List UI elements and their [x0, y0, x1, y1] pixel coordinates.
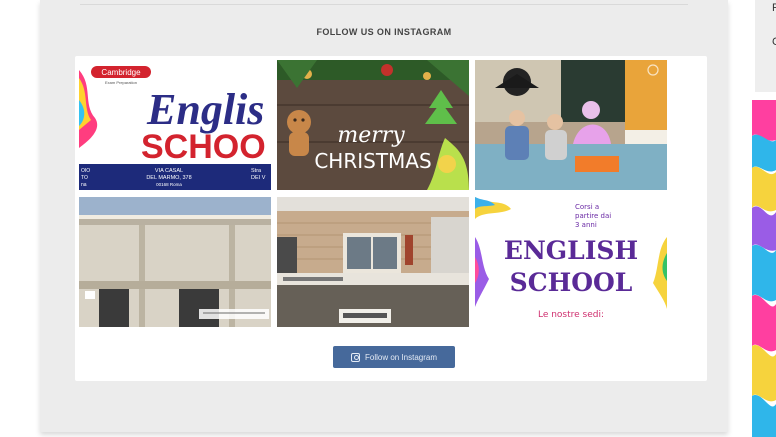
svg-text:VIA CASAL: VIA CASAL [155, 168, 183, 174]
post-caption: Le nostre sedi: [538, 310, 604, 320]
divider [80, 4, 688, 5]
post-title-line2: SCHOO [141, 128, 266, 166]
svg-text:TO: TO [81, 175, 88, 181]
section-title: FOLLOW US ON INSTAGRAM [316, 27, 452, 37]
post-title-line2: CHRISTMAS [314, 149, 431, 173]
post-badge-sub: Exam Preparation [105, 80, 137, 85]
instagram-post-classroom[interactable] [475, 60, 667, 190]
instagram-post-english-school-locations[interactable]: Corsi a partire dai 3 anni ENGLISH SCHOO… [475, 197, 667, 327]
instagram-post-building-facade[interactable] [79, 197, 271, 327]
svg-text:3 anni: 3 anni [575, 221, 597, 229]
svg-text:Corsi a: Corsi a [575, 203, 599, 211]
instagram-post-english-school-flyer[interactable]: Cambridge Exam Preparation Englis SCHOO … [79, 60, 271, 190]
follow-on-instagram-button[interactable]: Follow on Instagram [333, 346, 455, 368]
instagram-post-merry-christmas[interactable]: merry CHRISTMAS [277, 60, 469, 190]
sidebar-widget: F C [755, 0, 776, 92]
post-title-line1: merry [337, 123, 405, 148]
instagram-section: FOLLOW US ON INSTAGRAM Cambridge Exam Pr… [40, 0, 728, 432]
svg-text:DEL MARMO, 378: DEL MARMO, 378 [146, 175, 191, 181]
post-title-line2: SCHOOL [510, 268, 633, 297]
svg-text:00168 Roma: 00168 Roma [156, 182, 182, 187]
svg-text:OIO: OIO [81, 168, 90, 174]
instagram-post-school-entrance[interactable] [277, 197, 469, 327]
sidebar-text-fragment: C [772, 36, 776, 48]
sidebar-banner-image[interactable] [752, 100, 776, 437]
follow-button-label: Follow on Instagram [364, 352, 438, 362]
svg-text:Stra: Stra [251, 168, 262, 174]
page: FOLLOW US ON INSTAGRAM Cambridge Exam Pr… [0, 0, 776, 437]
svg-text:DEI V: DEI V [251, 175, 266, 181]
post-badge: Cambridge [101, 68, 141, 77]
instagram-icon [350, 352, 360, 362]
instagram-feed: Cambridge Exam Preparation Englis SCHOO … [75, 56, 707, 381]
post-title-line1: ENGLISH [504, 236, 638, 265]
svg-text:partire dai: partire dai [575, 212, 611, 220]
sidebar-text-fragment: F [772, 2, 776, 14]
svg-text:na: na [81, 182, 87, 188]
post-title-line1: Englis [146, 85, 264, 134]
